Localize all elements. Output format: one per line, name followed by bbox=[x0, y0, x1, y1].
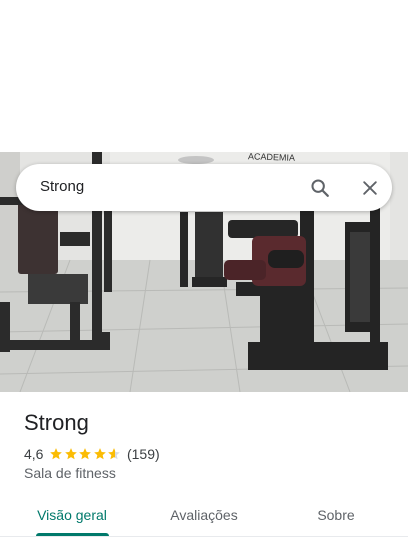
star-icon bbox=[108, 448, 121, 460]
close-button[interactable] bbox=[354, 172, 386, 204]
tab-about[interactable]: Sobre bbox=[296, 494, 376, 536]
star-icon bbox=[79, 448, 92, 460]
divider bbox=[0, 536, 408, 537]
place-category[interactable]: Sala de fitness bbox=[24, 465, 116, 481]
star-icon bbox=[94, 448, 106, 460]
search-button[interactable] bbox=[304, 172, 336, 204]
rating-stars bbox=[49, 447, 122, 461]
rating-row[interactable]: 4,6 (159) bbox=[24, 445, 160, 463]
tab-bar: Visão geral Avaliações Sobre bbox=[0, 494, 408, 536]
search-input[interactable]: Strong bbox=[40, 178, 84, 195]
search-bar[interactable]: Strong bbox=[16, 164, 392, 211]
star-icon bbox=[65, 448, 77, 460]
star-icon bbox=[50, 448, 63, 460]
top-blank-area bbox=[0, 0, 408, 152]
close-icon bbox=[363, 181, 377, 195]
tab-reviews[interactable]: Avaliações bbox=[150, 494, 258, 536]
place-title: Strong bbox=[24, 410, 89, 435]
photo-sign-text: ACADEMIA bbox=[248, 152, 295, 163]
search-icon bbox=[311, 179, 329, 197]
tab-overview[interactable]: Visão geral bbox=[24, 494, 120, 536]
rating-value: 4,6 bbox=[24, 446, 44, 462]
review-count[interactable]: (159) bbox=[127, 446, 160, 462]
